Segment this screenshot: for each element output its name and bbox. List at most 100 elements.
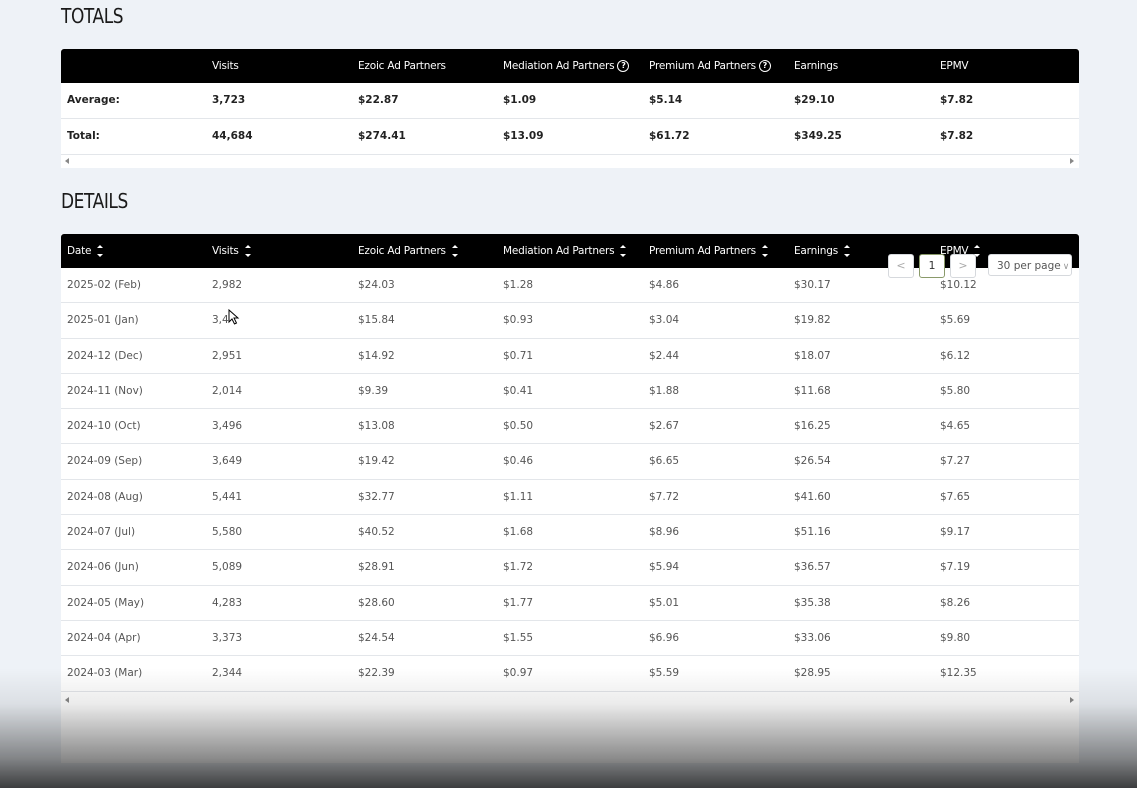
scroll-right-icon[interactable]: [1070, 158, 1074, 164]
table-row: 2024-11 (Nov) 2,014 $9.39 $0.41 $1.88 $11.68 $…: [61, 374, 1079, 410]
cell-date: 2024-09 (Sep): [67, 455, 143, 468]
cell-date: 2024-08 (Aug): [67, 490, 143, 503]
details-scrollbar[interactable]: [61, 693, 1079, 707]
scroll-left-icon[interactable]: [65, 696, 69, 703]
details-col-mediation[interactable]: Mediation Ad Partners: [503, 234, 627, 268]
cell-earnings: $26.54: [794, 455, 831, 468]
next-page-button[interactable]: >: [950, 254, 976, 278]
cell-ezoic: $40.52: [358, 526, 395, 539]
cell-mediation: $1.55: [503, 631, 534, 644]
sort-icon[interactable]: [843, 244, 850, 258]
cell-earnings: $18.07: [794, 349, 831, 362]
sort-icon[interactable]: [620, 244, 627, 258]
cell-epmv: $6.12: [940, 349, 971, 362]
cell-visits: 4,283: [212, 596, 243, 609]
cell-premium: $7.72: [649, 490, 680, 503]
cell-date: 2024-03 (Mar): [67, 667, 143, 680]
details-col-visits[interactable]: Visits: [212, 234, 251, 268]
details-col-premium[interactable]: Premium Ad Partners: [649, 234, 768, 268]
cell-date: 2024-12 (Dec): [67, 349, 143, 362]
cell-visits: 5,089: [212, 561, 243, 574]
scroll-right-icon[interactable]: [1070, 696, 1074, 703]
totals-col-visits: Visits: [212, 60, 239, 72]
cell-earnings: $29.10: [794, 94, 835, 106]
details-table: Date Visits Ezoic Ad Partners Mediation …: [61, 234, 1079, 763]
cell-date: 2024-07 (Jul): [67, 526, 136, 539]
table-row: 2024-03 (Mar) 2,344 $22.39 $0.97 $5.59 $28.95…: [61, 656, 1079, 692]
cell-earnings: $41.60: [794, 490, 831, 503]
details-col-date-label: Date: [67, 245, 92, 257]
cell-visits: 2,344: [212, 667, 243, 680]
cell-ezoic: $24.54: [358, 631, 395, 644]
chevron-down-icon: ∨: [1062, 262, 1070, 272]
totals-row: Total: 44,684 $274.41 $13.09 $61.72 $349.25 $7…: [61, 119, 1079, 155]
cell-mediation: $1.77: [503, 596, 534, 609]
cell-mediation: $13.09: [503, 130, 544, 142]
cell-premium: $8.96: [649, 526, 680, 539]
cell-ezoic: $9.39: [358, 384, 389, 397]
cell-visits: 5,580: [212, 526, 243, 539]
cell-earnings: $19.82: [794, 314, 831, 327]
cell-premium: $5.01: [649, 596, 680, 609]
cell-ezoic: $15.84: [358, 314, 395, 327]
totals-table: Visits Ezoic Ad Partners Mediation Ad Pa…: [61, 49, 1079, 168]
table-row: 2024-12 (Dec) 2,951 $14.92 $0.71 $2.44 $18.07…: [61, 339, 1079, 374]
cell-visits: 5,441: [212, 490, 243, 503]
details-col-mediation-label: Mediation Ad Partners: [503, 245, 615, 257]
table-row: 2024-07 (Jul) 5,580 $40.52 $1.68 $8.96 $51.16…: [61, 515, 1079, 551]
cell-epmv: $5.69: [940, 314, 971, 327]
table-row: 2024-09 (Sep) 3,649 $19.42 $0.46 $6.65 $26.54…: [61, 444, 1079, 480]
details-col-earnings[interactable]: Earnings: [794, 234, 850, 268]
cell-earnings: $11.68: [794, 384, 831, 397]
sort-icon[interactable]: [244, 244, 251, 258]
cell-ezoic: $274.41: [358, 130, 406, 142]
help-icon[interactable]: ?: [617, 60, 630, 72]
cell-mediation: $0.46: [503, 455, 534, 468]
totals-col-earnings: Earnings: [794, 60, 838, 72]
cell-earnings: $16.25: [794, 420, 831, 433]
cell-visits: 3,4: [212, 314, 229, 327]
cell-mediation: $1.68: [503, 526, 534, 539]
details-col-ezoic[interactable]: Ezoic Ad Partners: [358, 234, 458, 268]
totals-col-mediation: Mediation Ad Partners?: [503, 49, 630, 83]
cell-premium: $61.72: [649, 130, 690, 142]
cell-mediation: $1.28: [503, 279, 534, 291]
cell-date: 2024-04 (Apr): [67, 631, 141, 644]
cell-ezoic: $28.60: [358, 596, 395, 609]
totals-scrollbar[interactable]: [61, 155, 1079, 168]
page-1-button[interactable]: 1: [919, 254, 945, 278]
cell-premium: $1.88: [649, 384, 680, 397]
cell-premium: $6.65: [649, 455, 680, 468]
cell-mediation: $1.72: [503, 561, 534, 574]
cell-ezoic: $14.92: [358, 349, 395, 362]
scroll-left-icon[interactable]: [65, 158, 69, 164]
sort-icon[interactable]: [451, 244, 458, 258]
cell-earnings: $51.16: [794, 526, 831, 539]
sort-icon[interactable]: [761, 244, 768, 258]
cell-ezoic: $19.42: [358, 455, 395, 468]
cell-epmv: $7.82: [940, 130, 974, 142]
table-row: 2024-08 (Aug) 5,441 $32.77 $1.11 $7.72 $41.60…: [61, 480, 1079, 516]
help-icon[interactable]: ?: [758, 60, 771, 72]
cell-earnings: $36.57: [794, 561, 831, 574]
details-col-premium-label: Premium Ad Partners: [649, 245, 756, 257]
table-row: 2024-10 (Oct) 3,496 $13.08 $0.50 $2.67 $16.25…: [61, 409, 1079, 445]
per-page-select[interactable]: 30 per page ∨: [988, 254, 1072, 276]
details-col-date[interactable]: Date: [67, 234, 104, 268]
sort-icon[interactable]: [97, 244, 104, 258]
details-col-visits-label: Visits: [212, 245, 239, 257]
cell-premium: $5.94: [649, 561, 680, 574]
cell-visits: 3,373: [212, 631, 243, 644]
totals-header-row: Visits Ezoic Ad Partners Mediation Ad Pa…: [61, 49, 1079, 83]
cell-mediation: $1.11: [503, 490, 534, 503]
cell-ezoic: $32.77: [358, 490, 395, 503]
cell-earnings: $28.95: [794, 667, 831, 680]
table-row: 2025-01 (Jan) 3,4 $15.84 $0.93 $3.04 $19.82 $5…: [61, 303, 1079, 339]
cell-date: 2024-11 (Nov): [67, 384, 143, 397]
cell-premium: $6.96: [649, 631, 680, 644]
row-label: Total:: [67, 130, 100, 142]
cell-epmv: $7.27: [940, 455, 971, 468]
totals-col-premium: Premium Ad Partners?: [649, 49, 771, 83]
cell-mediation: $0.93: [503, 314, 534, 327]
prev-page-button[interactable]: <: [888, 254, 914, 278]
